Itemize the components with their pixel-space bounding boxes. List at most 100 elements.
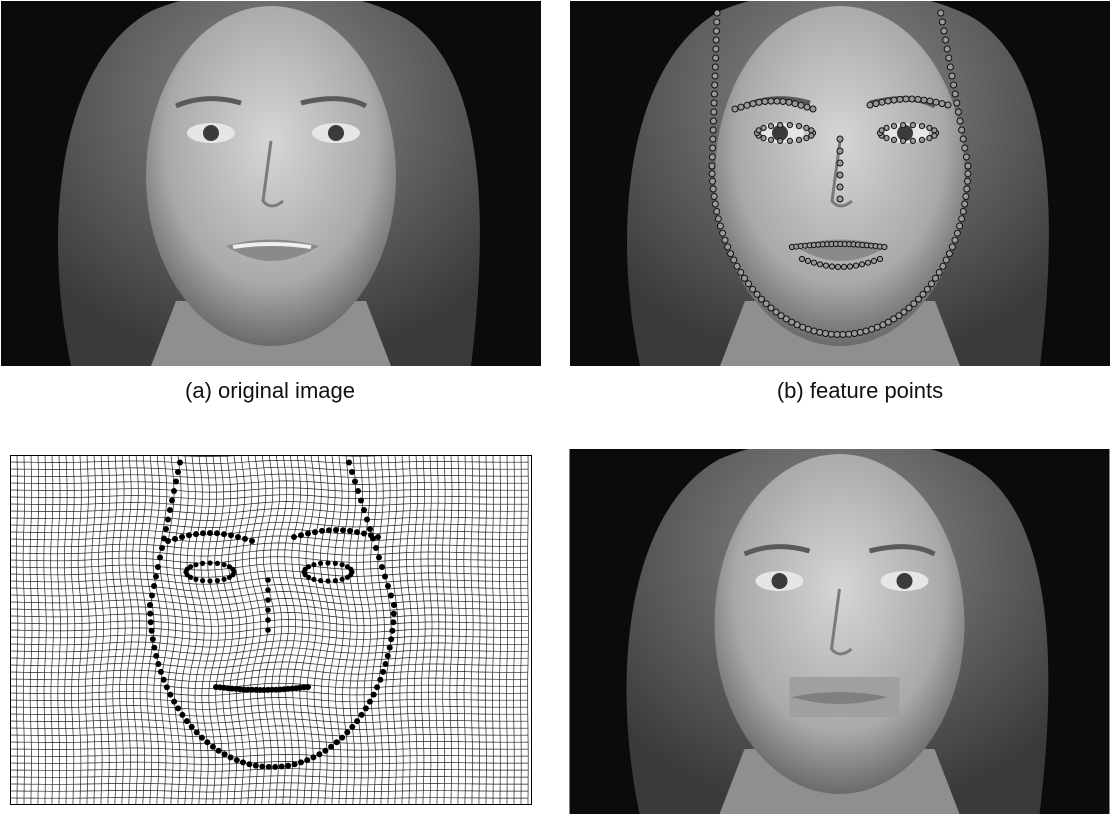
contour-point	[961, 200, 969, 208]
eye-dot	[339, 562, 345, 568]
contour-point	[964, 177, 971, 185]
contour-point	[956, 117, 964, 125]
contour-dot	[188, 723, 195, 730]
contour-point	[946, 63, 954, 71]
contour-dot	[165, 516, 171, 523]
contour-dot	[376, 554, 382, 561]
contour-point	[711, 200, 719, 208]
contour-dot	[159, 545, 165, 551]
brow-point	[785, 98, 793, 106]
contour-point	[816, 328, 824, 336]
contour-point	[833, 331, 841, 338]
contour-point	[862, 327, 870, 335]
eye-point	[795, 136, 803, 143]
eye-dot	[214, 560, 220, 566]
brow-point	[878, 98, 886, 106]
contour-point	[714, 215, 722, 223]
brow-dot	[235, 534, 241, 540]
contour-dot	[388, 592, 394, 599]
contour-point	[724, 243, 732, 251]
brow-point	[761, 98, 769, 105]
eye-point	[883, 135, 890, 142]
brow-point	[791, 100, 799, 108]
contour-dot	[155, 564, 161, 570]
contour-point	[962, 153, 970, 161]
brow-point	[755, 98, 763, 106]
contour-point	[708, 162, 716, 170]
eye-point	[900, 122, 907, 129]
contour-point	[713, 18, 721, 26]
mouth-point	[852, 262, 860, 269]
contour-point	[753, 290, 761, 298]
contour-dot	[349, 723, 356, 730]
brow-dot	[165, 538, 171, 544]
contour-dot	[352, 478, 358, 485]
contour-dot	[252, 762, 259, 769]
contour-point	[954, 108, 962, 116]
contour-point	[709, 126, 717, 134]
brow-dot	[368, 532, 374, 539]
contour-point	[711, 81, 719, 89]
brow-dot	[186, 532, 192, 539]
eye-dot	[200, 560, 206, 566]
contour-point	[710, 90, 718, 98]
contour-point	[709, 177, 716, 185]
contour-dot	[265, 763, 272, 770]
contour-dot	[175, 705, 182, 712]
mouth-point	[816, 261, 824, 268]
contour-dot	[298, 759, 304, 766]
contour-dot	[328, 743, 335, 750]
eye-dot	[193, 562, 199, 568]
eye-dot	[332, 560, 338, 566]
contour-point	[851, 330, 858, 337]
contour-dot	[160, 676, 167, 683]
brow-point	[866, 101, 874, 109]
eye-point	[795, 123, 803, 130]
contour-point	[710, 99, 718, 107]
nose-point	[836, 135, 844, 143]
mouth-point	[804, 257, 812, 264]
contour-point	[711, 63, 719, 71]
contour-dot	[151, 583, 157, 589]
contour-point	[713, 208, 721, 215]
contour-dot	[153, 652, 160, 659]
brow-point	[902, 95, 910, 103]
nose-point	[836, 147, 844, 155]
brow-point	[797, 101, 805, 109]
contour-dot	[373, 545, 379, 551]
brow-dot	[207, 530, 213, 536]
mouth-point	[810, 259, 818, 266]
contour-dot	[148, 627, 155, 634]
mouth-point	[828, 263, 836, 270]
contour-point	[810, 327, 818, 335]
contour-dot	[390, 619, 397, 626]
eye-dot	[200, 578, 206, 584]
contour-point	[709, 144, 717, 152]
contour-dot	[349, 469, 355, 475]
contour-point	[710, 108, 718, 116]
contour-dot	[147, 610, 154, 617]
contour-dot	[278, 763, 285, 770]
contour-dot	[382, 573, 388, 580]
contour-point	[745, 280, 752, 288]
contour-dot	[388, 636, 395, 643]
nose-point	[836, 183, 844, 191]
brow-dot	[354, 529, 360, 536]
mouth-point	[834, 263, 842, 270]
eye-dot	[348, 566, 354, 572]
contour-dot	[344, 729, 351, 736]
contour-point	[709, 135, 717, 143]
brow-dot	[179, 534, 185, 540]
mouth-dot	[305, 684, 311, 690]
eye-dot	[207, 578, 213, 584]
mouth-point	[840, 263, 848, 270]
contour-point	[822, 330, 829, 337]
brow-point	[737, 103, 745, 111]
contour-dot	[310, 754, 317, 761]
brow-dot	[200, 530, 206, 537]
contour-dot	[240, 759, 246, 766]
contour-dot	[246, 761, 253, 768]
contour-point	[962, 193, 970, 200]
eye-dot	[318, 578, 324, 584]
contour-dot	[390, 610, 397, 617]
